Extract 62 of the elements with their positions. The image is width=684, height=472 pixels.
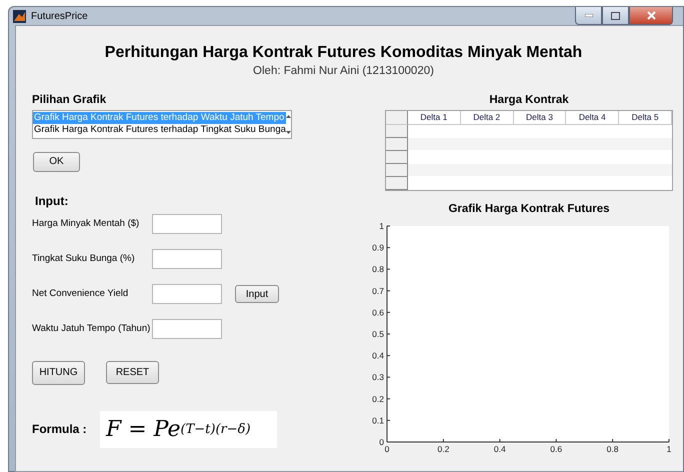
x-tick-label: 0.8 bbox=[606, 444, 619, 454]
ok-button[interactable]: OK bbox=[33, 152, 80, 172]
input-field[interactable] bbox=[152, 214, 222, 234]
table-title: Harga Kontrak bbox=[489, 94, 569, 106]
input-field[interactable] bbox=[152, 248, 222, 268]
row-header bbox=[386, 177, 408, 190]
x-tick-label: 0 bbox=[384, 444, 390, 454]
column-header: Delta 4 bbox=[566, 111, 620, 125]
chart-list[interactable]: Grafik Harga Kontrak Futures terhadap Waktu Jatuh Tempo Grafik Harga Kontrak Futures terhadap Tingkat Suku Bunga bbox=[32, 110, 292, 139]
minimize-button[interactable] bbox=[575, 7, 602, 25]
y-tick-label: 0.9 bbox=[372, 242, 384, 253]
y-tick-label: 0.7 bbox=[372, 286, 384, 296]
input-button[interactable]: Input bbox=[235, 285, 279, 304]
scroll-up-icon[interactable] bbox=[286, 115, 291, 118]
app-icon bbox=[13, 10, 26, 22]
chart-title: Grafik Harga Kontrak Futures bbox=[448, 203, 610, 215]
action-button[interactable]: RESET bbox=[106, 361, 159, 384]
column-header: Delta 5 bbox=[619, 111, 672, 125]
maximize-icon bbox=[611, 12, 620, 20]
table-cell bbox=[408, 164, 461, 177]
field-label: Tingkat Suku Bunga (%) bbox=[32, 253, 136, 264]
y-tick-label: 0.4 bbox=[372, 350, 384, 361]
y-tick-label: 1 bbox=[379, 221, 384, 231]
table-cell bbox=[408, 138, 461, 151]
formula: F = Pe$^{(T−t)(r−δ)}$ bbox=[100, 410, 277, 448]
section-label: Pilihan Grafik bbox=[32, 94, 108, 106]
action-button[interactable]: HITUNG bbox=[32, 360, 85, 384]
y-tick-label: 0.3 bbox=[372, 372, 384, 382]
row-header bbox=[386, 125, 408, 138]
field-label: Harga Minyak Mentah ($) bbox=[32, 218, 140, 229]
y-tick-label: 0 bbox=[379, 437, 384, 447]
row-header bbox=[386, 138, 408, 151]
input-field[interactable] bbox=[152, 318, 222, 338]
formula-label: Formula : bbox=[32, 422, 88, 436]
y-tick-label: 0.6 bbox=[372, 307, 384, 318]
close-icon bbox=[646, 11, 656, 20]
y-tick-label: 0.1 bbox=[372, 415, 384, 426]
column-header: Delta 2 bbox=[460, 111, 514, 125]
field-label: Net Convenience Yield bbox=[32, 288, 130, 299]
maximize-button[interactable] bbox=[602, 7, 629, 25]
row-header bbox=[386, 164, 408, 177]
field-label: Waktu Jatuh Tempo (Tahun) bbox=[32, 323, 152, 334]
y-tick-label: 0.5 bbox=[372, 329, 384, 339]
x-tick-label: 0.4 bbox=[494, 444, 506, 454]
x-tick-label: 0.2 bbox=[437, 444, 450, 454]
page-heading: Perhitungan Harga Kontrak Futures Komoditas Minyak Mentah bbox=[104, 44, 584, 62]
row-header bbox=[386, 151, 408, 164]
x-tick-label: 0.6 bbox=[550, 444, 562, 454]
y-tick-label: 0.8 bbox=[372, 264, 384, 274]
author-line: Oleh: Fahmi Nur Aini (1213100020) bbox=[252, 65, 435, 77]
close-button[interactable] bbox=[629, 7, 673, 25]
column-header: Delta 1 bbox=[408, 111, 461, 125]
minimize-icon bbox=[584, 14, 592, 17]
window-title: FuturesPrice bbox=[31, 10, 88, 22]
section-label: Input: bbox=[35, 194, 70, 208]
list-item[interactable]: Grafik Harga Kontrak Futures terhadap Tingkat Suku Bunga bbox=[33, 124, 286, 136]
input-field[interactable] bbox=[152, 284, 222, 304]
x-tick-label: 1 bbox=[666, 444, 672, 454]
corner-cell bbox=[386, 111, 408, 125]
y-tick-label: 0.2 bbox=[372, 394, 384, 404]
scroll-down-icon[interactable] bbox=[286, 131, 291, 134]
column-header: Delta 3 bbox=[514, 111, 566, 125]
